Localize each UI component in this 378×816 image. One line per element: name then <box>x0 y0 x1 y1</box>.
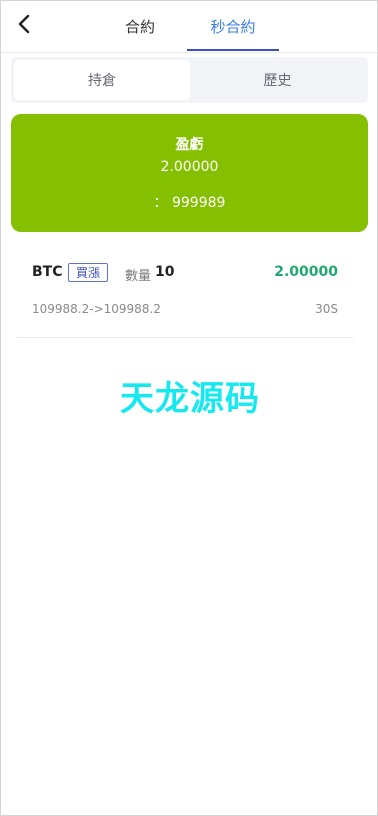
segment-history[interactable]: 歷史 <box>190 60 365 100</box>
top-nav: 合約 秒合約 <box>1 1 377 53</box>
position-segment-control: 持倉 歷史 <box>11 57 368 103</box>
quantity-label: 數量 <box>125 269 152 284</box>
direction-badge: 買漲 <box>68 263 108 282</box>
order-row[interactable]: BTC 買漲 數量 10 2.00000 109988.2->109988.2 … <box>17 249 353 338</box>
active-tab-indicator <box>187 49 279 51</box>
watermark-text: 天龙源码 <box>120 379 260 419</box>
pnl-summary-card: 盈虧 2.00000 ： 999989 <box>11 114 368 232</box>
back-arrow-icon[interactable] <box>14 13 36 35</box>
quantity-value: 10 <box>155 264 175 280</box>
tab-seconds-contract[interactable]: 秒合約 <box>187 1 279 52</box>
app-frame: 合約 秒合約 持倉 歷史 盈虧 2.00000 ： 999989 BTC 買漲 … <box>0 0 378 816</box>
order-profit: 2.00000 <box>274 264 338 280</box>
order-price-range: 109988.2->109988.2 <box>32 302 161 316</box>
balance-value: ： 999989 <box>153 195 226 211</box>
pnl-value: 2.00000 <box>160 159 219 175</box>
pnl-title: 盈虧 <box>175 137 204 153</box>
order-symbol: BTC <box>32 264 63 280</box>
order-duration: 30S <box>315 302 338 316</box>
tab-contract[interactable]: 合約 <box>109 1 171 52</box>
segment-holdings[interactable]: 持倉 <box>14 60 190 100</box>
